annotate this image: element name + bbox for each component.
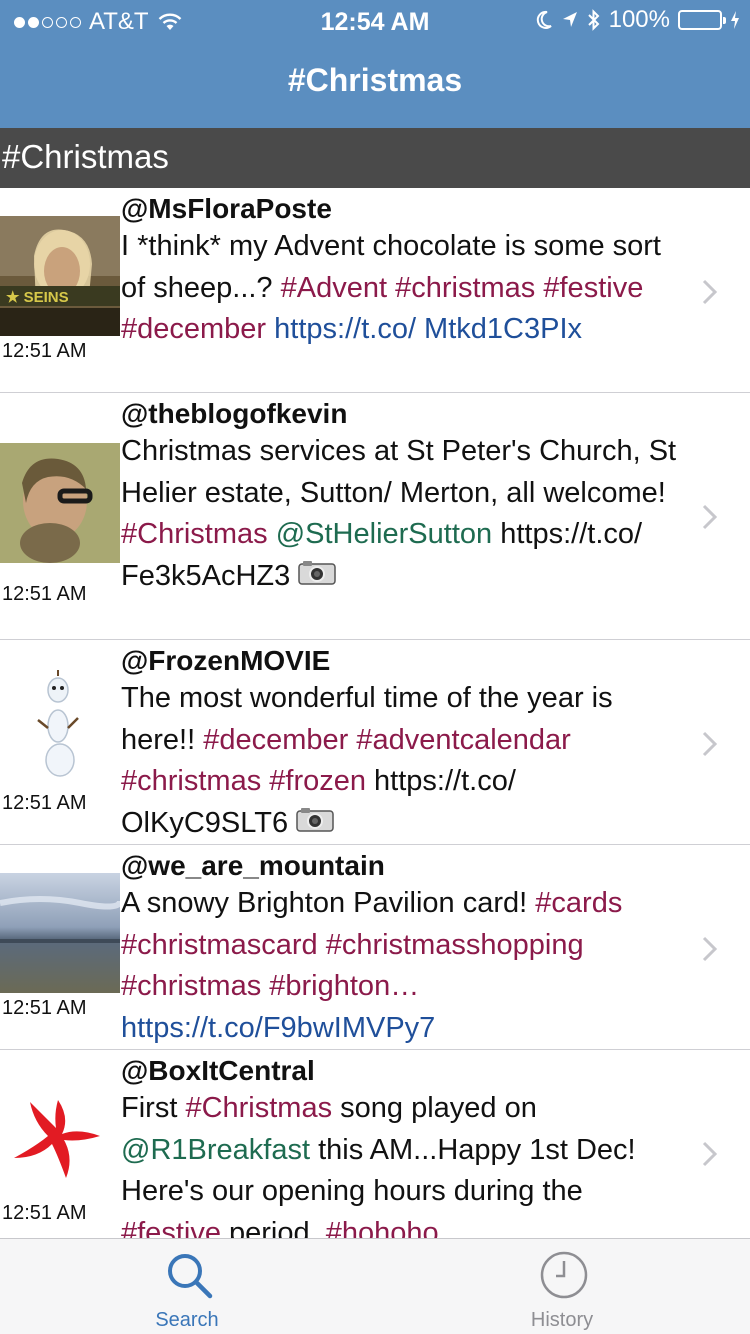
clock-icon	[540, 1251, 588, 1299]
tab-history[interactable]: History	[462, 1239, 662, 1334]
tweet-text: I *think* my Advent chocolate is some so…	[121, 226, 686, 351]
tweet-content: @MsFloraPoste I *think* my Advent chocol…	[121, 192, 686, 351]
chevron-right-icon	[702, 279, 718, 305]
avatar: ★ SEINS	[0, 216, 120, 336]
camera-icon	[298, 556, 337, 598]
tweet-row[interactable]: ★ SEINS 12:51 AM @MsFloraPoste I *think*…	[0, 188, 750, 393]
tab-search-label: Search	[155, 1309, 219, 1331]
avatar	[0, 1078, 120, 1198]
tweet-text: First #Christmas song played on @R1Break…	[121, 1088, 686, 1238]
hashtag[interactable]: #Advent	[281, 272, 387, 304]
hashtag[interactable]: #adventcalendar	[356, 724, 570, 756]
tweet-handle: @we_are_mountain	[121, 850, 385, 881]
tweet-text-fragment	[387, 272, 395, 304]
chevron-right-icon	[702, 504, 718, 530]
hashtag[interactable]: #christmasshopping	[326, 929, 584, 961]
tweet-text-fragment: First	[121, 1092, 186, 1124]
tweet-handle: @FrozenMOVIE	[121, 645, 331, 676]
hashtag[interactable]: #december	[203, 724, 348, 756]
battery-percent: 100%	[608, 6, 670, 33]
battery-icon	[678, 10, 726, 30]
svg-text:★ SEINS: ★ SEINS	[6, 289, 69, 306]
hashtag[interactable]: #brighton…	[269, 970, 419, 1002]
tweet-link[interactable]: https://t.co/ Mtkd1C3PIx	[274, 313, 582, 345]
tweet-time: 12:51 AM	[2, 340, 87, 362]
charging-bolt-icon	[731, 11, 739, 29]
tweet-text-fragment	[318, 929, 326, 961]
tweet-content: @theblogofkevin Christmas services at St…	[121, 397, 686, 598]
camera-icon	[296, 803, 334, 845]
tweet-handle: @BoxItCentral	[121, 1055, 315, 1086]
tab-search[interactable]: Search	[87, 1239, 287, 1334]
tweet-time: 12:51 AM	[2, 1202, 87, 1224]
hashtag[interactable]: #Christmas	[185, 1092, 332, 1124]
tweet-link[interactable]: https://t.co/F9bwIMVPy7	[121, 1012, 435, 1044]
tweet-row[interactable]: 12:51 AM @FrozenMOVIE The most wonderful…	[0, 640, 750, 845]
hashtag[interactable]: #hohoho	[326, 1217, 439, 1239]
location-arrow-icon	[562, 12, 577, 27]
status-bar: AT&T 12:54 AM 100%	[0, 0, 750, 40]
hashtag[interactable]: #cards	[535, 887, 622, 919]
tweet-row[interactable]: 12:51 AM @BoxItCentral First #Christmas …	[0, 1050, 750, 1238]
tweet-time: 12:51 AM	[2, 792, 87, 814]
mention[interactable]: @StHelierSutton	[276, 518, 492, 550]
tweet-handle: @MsFloraPoste	[121, 193, 332, 224]
section-header: #Christmas	[0, 128, 750, 188]
tweet-text-fragment: Christmas services at St Peter's Church,…	[121, 435, 677, 509]
tweet-content: @BoxItCentral First #Christmas song play…	[121, 1054, 686, 1238]
tweet-text-fragment: song played on	[332, 1092, 537, 1124]
chevron-right-icon	[702, 1141, 718, 1167]
tweet-content: @we_are_mountain A snowy Brighton Pavili…	[121, 849, 686, 1049]
chevron-right-icon	[702, 731, 718, 757]
tweet-handle: @theblogofkevin	[121, 398, 348, 429]
tweet-time: 12:51 AM	[2, 997, 87, 1019]
tweet-content: @FrozenMOVIE The most wonderful time of …	[121, 644, 686, 845]
hashtag[interactable]: #frozen	[269, 765, 366, 797]
hashtag[interactable]: #december	[121, 313, 266, 345]
search-icon	[168, 1254, 213, 1299]
tweet-row[interactable]: 12:51 AM @we_are_mountain A snowy Bright…	[0, 845, 750, 1050]
tweet-list[interactable]: ★ SEINS 12:51 AM @MsFloraPoste I *think*…	[0, 188, 750, 1238]
mention[interactable]: @R1Breakfast	[121, 1134, 310, 1166]
avatar	[0, 873, 120, 993]
tweet-time: 12:51 AM	[2, 583, 87, 605]
hashtag[interactable]: #festive	[543, 272, 643, 304]
navigation-bar: AT&T 12:54 AM 100% #Christmas	[0, 0, 750, 128]
tweet-text-fragment: A snowy Brighton Pavilion card!	[121, 887, 536, 919]
page-title: #Christmas	[287, 62, 463, 98]
hashtag[interactable]: #christmas	[121, 970, 261, 1002]
moon-icon	[536, 10, 552, 29]
chevron-right-icon	[702, 936, 718, 962]
status-right: 100%	[535, 6, 740, 34]
avatar	[0, 668, 120, 788]
hashtag[interactable]: #christmascard	[121, 929, 318, 961]
bluetooth-icon	[587, 9, 600, 31]
tweet-text: A snowy Brighton Pavilion card! #cards #…	[121, 883, 686, 1049]
hashtag[interactable]: #christmas	[395, 272, 535, 304]
avatar	[0, 443, 120, 563]
tweet-text-fragment	[268, 518, 276, 550]
tweet-row[interactable]: 12:51 AM @theblogofkevin Christmas servi…	[0, 393, 750, 640]
tweet-text: Christmas services at St Peter's Church,…	[121, 431, 686, 598]
tweet-text-fragment	[266, 313, 274, 345]
hashtag[interactable]: #Christmas	[121, 518, 268, 550]
tweet-text: The most wonderful time of the year is h…	[121, 678, 686, 845]
hashtag[interactable]: #christmas	[121, 765, 261, 797]
hashtag[interactable]: #festive	[121, 1217, 221, 1239]
tab-history-label: History	[530, 1309, 594, 1331]
tweet-text-fragment: period.	[220, 1216, 326, 1239]
tab-bar: Search History	[0, 1238, 750, 1334]
